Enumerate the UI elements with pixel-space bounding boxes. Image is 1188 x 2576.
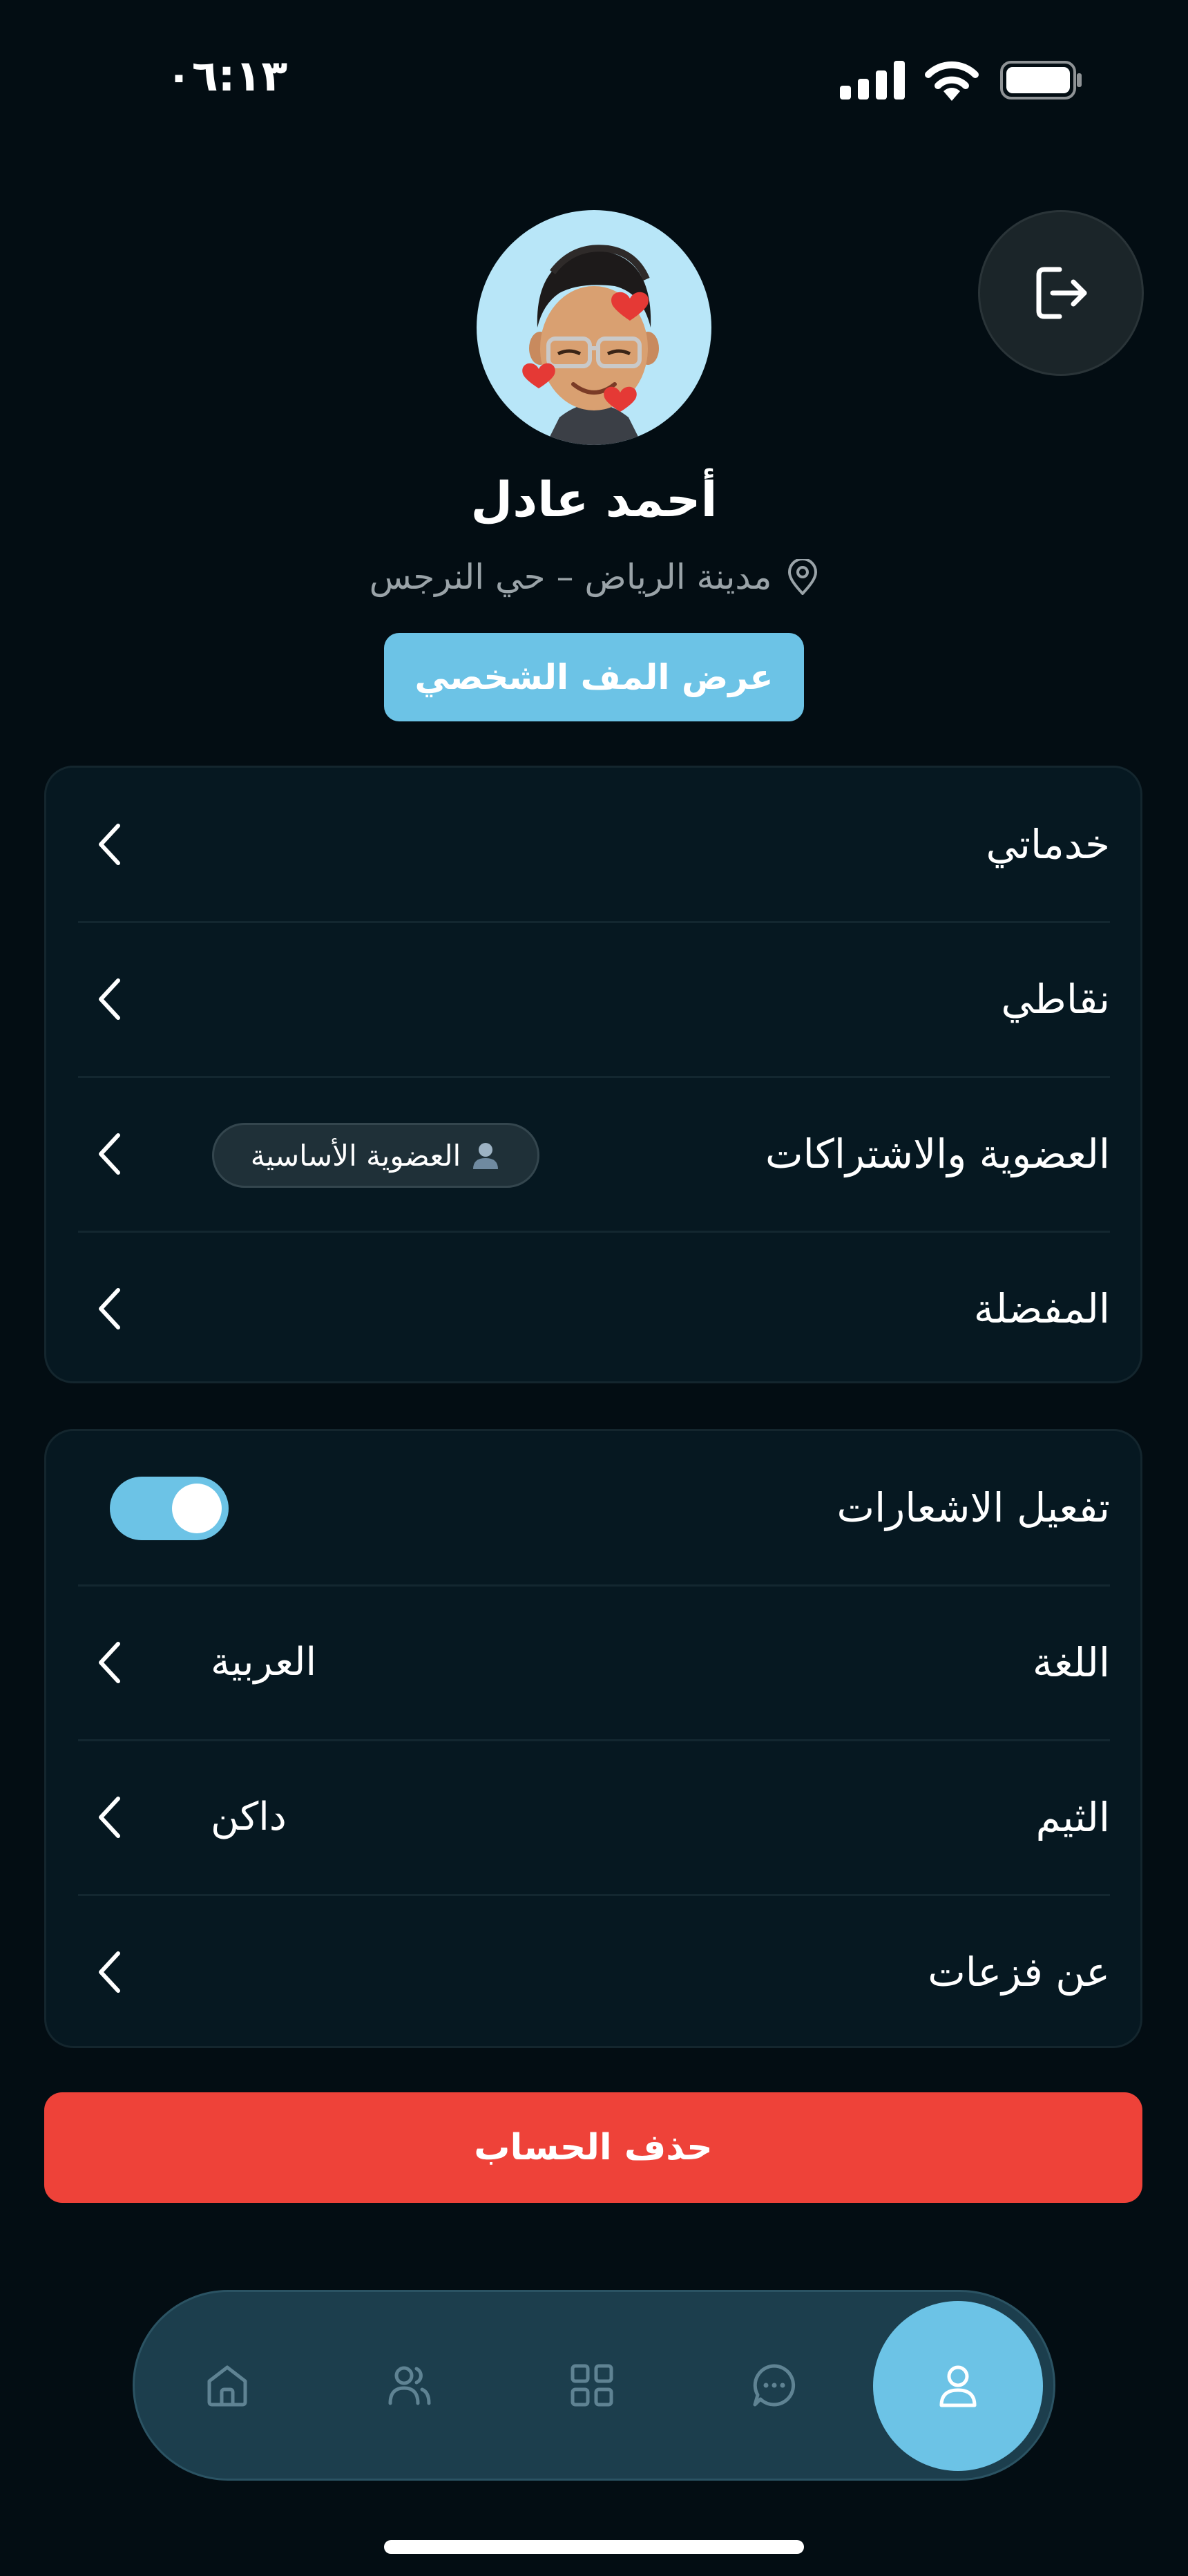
menu-item-membership[interactable]: العضوية والاشتراكات العضوية الأساسية: [78, 1077, 1110, 1231]
chevron-left-icon: [99, 1133, 120, 1175]
users-icon: [388, 2366, 431, 2405]
location-pin-icon: [788, 559, 818, 595]
home-icon: [207, 2365, 247, 2407]
setting-about[interactable]: عن فزعات: [78, 1895, 1110, 2049]
chat-icon: [753, 2364, 796, 2407]
setting-theme[interactable]: الثيم داكن: [78, 1741, 1110, 1894]
nav-profile[interactable]: [873, 2301, 1043, 2471]
menu-item-favorites[interactable]: المفضلة: [78, 1232, 1110, 1385]
membership-badge-label: العضوية الأساسية: [250, 1138, 461, 1173]
person-icon: [473, 1143, 499, 1169]
delete-account-button[interactable]: حذف الحساب: [44, 2092, 1142, 2203]
notifications-toggle[interactable]: [110, 1477, 229, 1540]
chevron-left-icon: [99, 978, 120, 1020]
logout-icon: [1036, 267, 1087, 319]
setting-label: الثيم: [1035, 1794, 1110, 1841]
setting-label: تفعيل الاشعارات: [836, 1484, 1111, 1531]
chevron-left-icon: [99, 1797, 120, 1838]
logout-button[interactable]: [978, 210, 1144, 376]
wifi-icon: [925, 61, 979, 101]
setting-notifications: تفعيل الاشعارات: [78, 1431, 1110, 1584]
avatar: [477, 210, 711, 445]
menu-item-label: المفضلة: [973, 1285, 1110, 1332]
grid-icon: [571, 2364, 613, 2407]
user-location: مدينة الرياض – حي النرجس: [249, 546, 939, 608]
view-profile-button[interactable]: عرض المف الشخصي: [384, 633, 804, 721]
battery-icon: [1000, 61, 1082, 100]
home-indicator: [384, 2540, 804, 2554]
nav-home[interactable]: [172, 2292, 282, 2479]
theme-value: داكن: [211, 1794, 287, 1839]
memoji-avatar-icon: [522, 245, 659, 445]
user-name: أحمد عادل: [470, 471, 718, 528]
menu-item-my-points[interactable]: نقاطي: [78, 922, 1110, 1076]
menu-card: خدماتي نقاطي العضوية والاشتراكات العضوية…: [44, 766, 1142, 1383]
setting-language[interactable]: اللغة العربية: [78, 1586, 1110, 1739]
profile-icon: [939, 2365, 977, 2407]
menu-item-label: نقاطي: [1001, 976, 1110, 1023]
nav-services[interactable]: [537, 2292, 647, 2479]
menu-item-label: خدماتي: [986, 821, 1110, 868]
location-text: مدينة الرياض – حي النرجس: [369, 557, 772, 597]
setting-label: عن فزعات: [928, 1949, 1110, 1996]
menu-item-label: العضوية والاشتراكات: [765, 1130, 1110, 1177]
setting-label: اللغة: [1032, 1639, 1110, 1686]
settings-card: تفعيل الاشعارات اللغة العربية الثيم داكن…: [44, 1429, 1142, 2048]
nav-chat[interactable]: [719, 2292, 830, 2479]
language-value: العربية: [211, 1640, 317, 1685]
menu-item-my-services[interactable]: خدماتي: [78, 768, 1110, 921]
nav-users[interactable]: [354, 2292, 465, 2479]
membership-badge: العضوية الأساسية: [212, 1123, 539, 1188]
chevron-left-icon: [99, 1288, 120, 1329]
chevron-left-icon: [99, 1951, 120, 1993]
chevron-left-icon: [99, 824, 120, 865]
status-time: ٠٦:١٣: [166, 50, 288, 101]
toggle-knob: [172, 1484, 222, 1533]
chevron-left-icon: [99, 1642, 120, 1683]
cellular-signal-icon: [840, 61, 905, 100]
